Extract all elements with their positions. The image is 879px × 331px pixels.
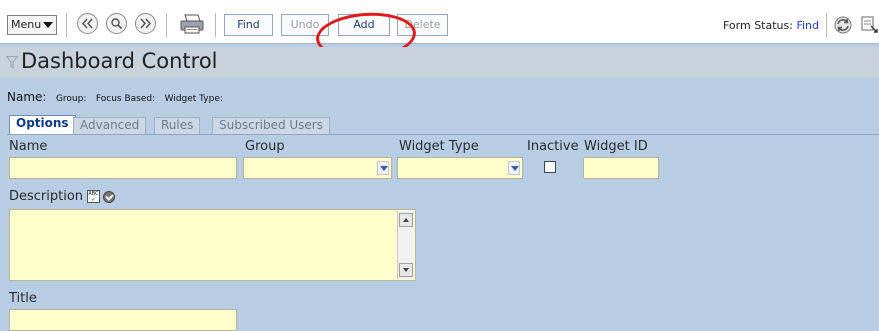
menu-dropdown[interactable]: Menu: [7, 15, 57, 35]
toolbar-divider: [66, 13, 67, 37]
tab-options[interactable]: Options: [9, 115, 76, 135]
record-navigator-icon: [861, 16, 878, 33]
toolbar-divider: [826, 13, 827, 37]
page-header: Dashboard Control: [0, 47, 879, 78]
group-select[interactable]: [243, 157, 392, 179]
name-summary-label: Name:: [7, 90, 47, 104]
tab-subscribed-users[interactable]: Subscribed Users: [212, 117, 330, 134]
title-label: Title: [9, 291, 37, 306]
widget-id-label: Widget ID: [584, 139, 648, 154]
last-record-button[interactable]: [135, 13, 156, 34]
title-input[interactable]: [9, 309, 237, 331]
record-summary: Name: Group: Focus Based: Widget Type:: [7, 90, 229, 104]
menu-label: Menu: [11, 18, 42, 31]
print-button[interactable]: [178, 12, 206, 36]
description-label: Description: [9, 189, 84, 204]
scroll-up-icon[interactable]: [399, 213, 413, 227]
group-summary-value: Focus Based:: [95, 94, 156, 104]
print-icon: [180, 14, 204, 34]
name-input[interactable]: [9, 157, 237, 179]
toolbar-divider: [215, 13, 216, 37]
form-status-label: Form Status:: [722, 19, 793, 32]
first-record-button[interactable]: [77, 13, 98, 34]
group-label: Group: [245, 139, 285, 154]
toolbar: Menu Find Undo Add Delete Form Status: F: [0, 0, 879, 44]
search-icon: [111, 18, 123, 30]
description-textarea[interactable]: [9, 209, 416, 281]
description-scrollbar[interactable]: [397, 211, 414, 279]
record-navigator-button[interactable]: [860, 14, 879, 36]
toolbar-divider: [166, 13, 167, 37]
search-button[interactable]: [106, 13, 127, 34]
funnel-icon: [6, 56, 18, 69]
widget-type-select[interactable]: [397, 157, 523, 179]
check-circle-icon[interactable]: [103, 191, 115, 203]
widget-type-label: Widget Type: [399, 139, 479, 154]
chevron-down-icon[interactable]: [377, 161, 389, 175]
form-status-value: Find: [796, 19, 819, 32]
refresh-button[interactable]: [832, 14, 854, 36]
widget-type-summary-label: Widget Type:: [164, 94, 223, 104]
tab-divider: [7, 134, 879, 135]
group-summary-label: Group:: [55, 94, 87, 104]
spellcheck-icon[interactable]: ABC ✓: [87, 190, 100, 203]
chevron-down-icon[interactable]: [508, 161, 520, 175]
tab-rules[interactable]: Rules: [154, 117, 201, 134]
page-title: Dashboard Control: [21, 49, 218, 73]
tab-advanced[interactable]: Advanced: [73, 117, 147, 134]
form-status: Form Status: Find: [723, 19, 819, 32]
name-label: Name: [9, 139, 48, 154]
double-chevron-left-icon: [81, 18, 93, 29]
inactive-checkbox[interactable]: [544, 161, 556, 173]
chevron-down-icon: [43, 22, 53, 28]
widget-id-input[interactable]: [583, 157, 659, 179]
refresh-icon: [834, 16, 852, 34]
inactive-label: Inactive: [527, 139, 579, 154]
find-button[interactable]: Find: [224, 14, 273, 36]
scroll-down-icon[interactable]: [399, 263, 413, 277]
double-chevron-right-icon: [140, 18, 152, 29]
